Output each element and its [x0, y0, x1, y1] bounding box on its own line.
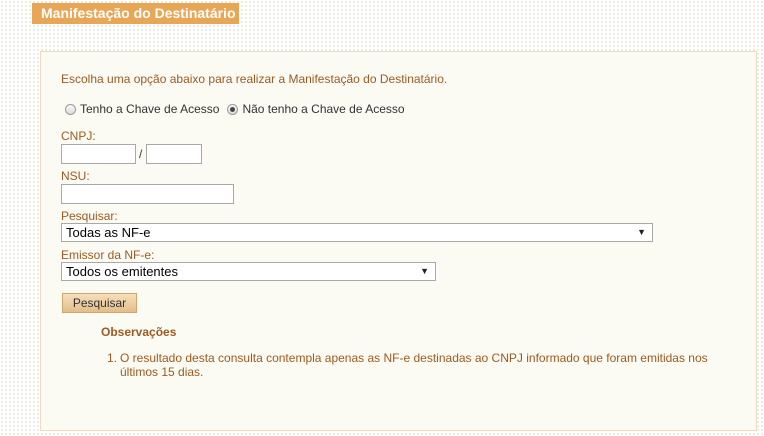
radio-nao-tenho-chave[interactable] — [227, 103, 239, 115]
observation-item: 1. O resultado desta consulta contempla … — [107, 351, 727, 379]
pesquisar-selected-value: Todas as NF-e — [66, 225, 151, 240]
instruction-text: Escolha uma opção abaixo para realizar a… — [61, 72, 448, 86]
pesquisar-select[interactable]: Todas as NF-e ▼ — [61, 223, 653, 242]
observations-title: Observações — [101, 325, 177, 339]
pesquisar-label: Pesquisar: — [61, 209, 118, 223]
radio-tenho-chave[interactable] — [65, 103, 76, 115]
dropdown-arrow-icon: ▼ — [637, 227, 646, 237]
observation-number: 1. — [107, 351, 118, 365]
nsu-field[interactable] — [61, 184, 234, 204]
access-key-options: Tenho a Chave de Acesso Não tenho a Chav… — [65, 102, 413, 116]
nsu-label: NSU: — [61, 169, 90, 183]
radio-label-tenho-chave[interactable]: Tenho a Chave de Acesso — [80, 102, 219, 116]
page-title: Manifestação do Destinatário — [32, 3, 239, 24]
pesquisar-button[interactable]: Pesquisar — [62, 293, 137, 313]
observation-text: O resultado desta consulta contempla ape… — [120, 351, 708, 379]
dropdown-arrow-icon: ▼ — [420, 266, 429, 276]
cnpj-label: CNPJ: — [61, 129, 96, 143]
manifestacao-form-panel: Escolha uma opção abaixo para realizar a… — [40, 51, 757, 431]
cnpj-field-part2[interactable] — [146, 144, 202, 164]
emissor-label: Emissor da NF-e: — [61, 248, 155, 262]
cnpj-field-part1[interactable] — [61, 144, 136, 164]
radio-label-nao-tenho-chave[interactable]: Não tenho a Chave de Acesso — [242, 102, 404, 116]
cnpj-separator: / — [139, 147, 143, 161]
emissor-selected-value: Todos os emitentes — [66, 264, 179, 279]
emissor-select[interactable]: Todos os emitentes ▼ — [61, 262, 436, 281]
